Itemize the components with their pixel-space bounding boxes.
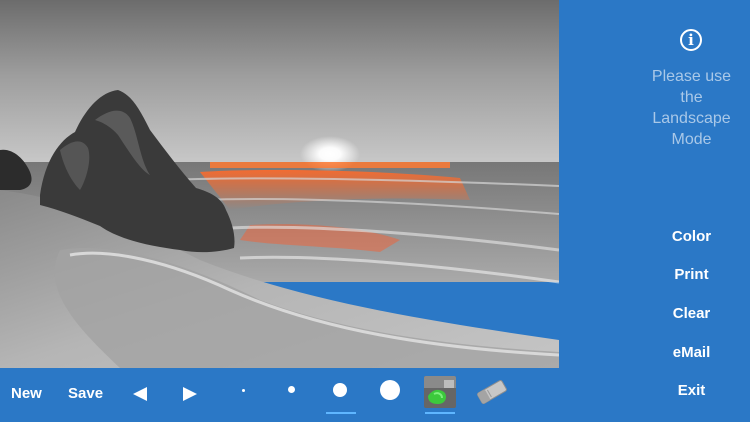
print-button[interactable]: Print	[640, 265, 743, 285]
brush-size-medium[interactable]	[333, 383, 347, 397]
info-icon[interactable]: i	[680, 29, 702, 51]
clear-button[interactable]: Clear	[640, 304, 743, 324]
email-button[interactable]: eMail	[640, 343, 743, 363]
photo-canvas[interactable]	[0, 0, 559, 368]
new-button[interactable]: New	[11, 385, 42, 403]
tool-selected-indicator	[425, 412, 455, 414]
beach-photo	[0, 0, 559, 368]
color-button[interactable]: Color	[640, 227, 743, 247]
brush-size-selected-indicator	[326, 412, 356, 414]
exit-button[interactable]: Exit	[640, 381, 743, 401]
save-button[interactable]: Save	[68, 385, 103, 403]
triangle-left-icon[interactable]	[132, 386, 148, 402]
triangle-right-icon[interactable]	[182, 386, 198, 402]
brush-size-small[interactable]	[288, 386, 295, 393]
brush-size-large[interactable]	[380, 380, 400, 400]
landscape-notice: Please use the Landscape Mode	[651, 68, 732, 148]
brush-size-tiny[interactable]	[242, 389, 245, 392]
eraser-icon[interactable]	[475, 379, 509, 405]
color-brush-thumbnail[interactable]	[424, 376, 456, 408]
